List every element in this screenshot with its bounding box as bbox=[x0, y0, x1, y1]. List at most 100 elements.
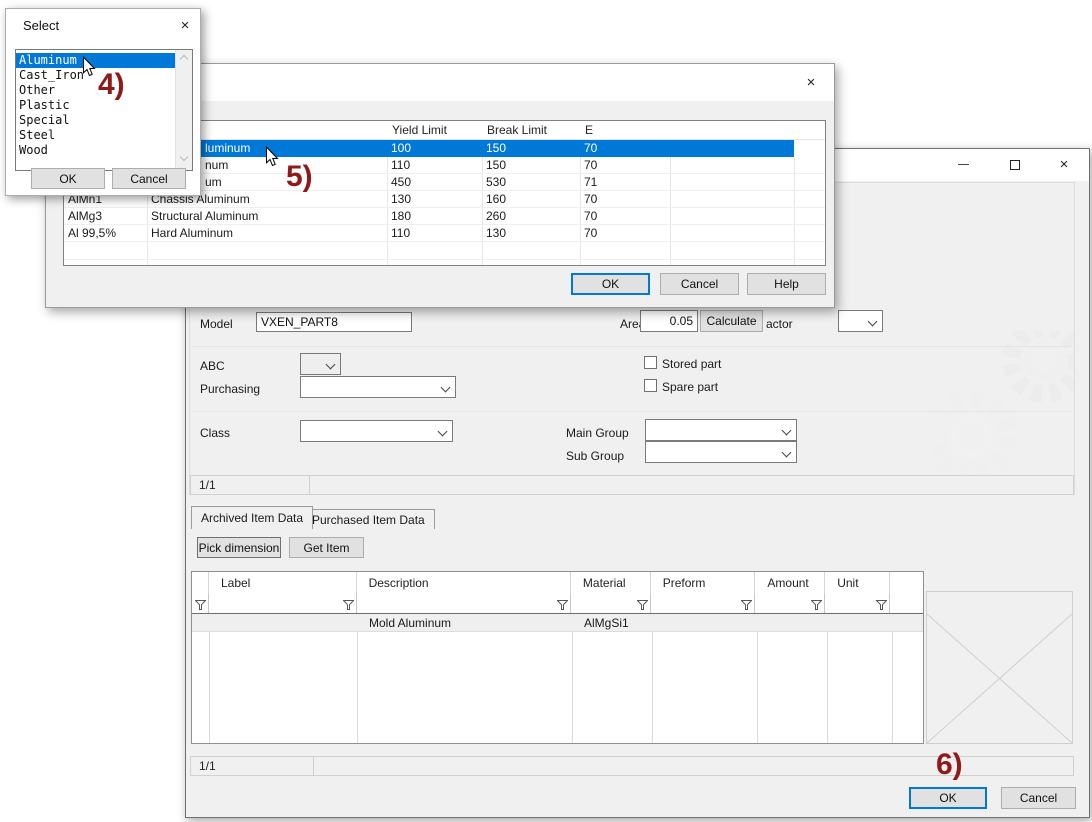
filter-funnel-icon bbox=[741, 600, 752, 610]
material-row[interactable]: Al 99,5% Hard Aluminum 110 130 70 bbox=[64, 225, 825, 242]
preview-placeholder bbox=[926, 591, 1073, 744]
abc-label: ABC bbox=[200, 359, 225, 373]
cancel-button[interactable]: Cancel bbox=[112, 168, 186, 189]
cell-yield: 450 bbox=[387, 174, 482, 191]
minimize-button[interactable] bbox=[946, 149, 980, 180]
cell-e: 70 bbox=[580, 191, 670, 208]
ok-button[interactable]: OK bbox=[571, 273, 650, 295]
abc-combobox[interactable] bbox=[300, 353, 341, 375]
column-header-amount[interactable]: Amount bbox=[755, 572, 825, 594]
close-icon: × bbox=[807, 75, 816, 90]
scroll-down-icon[interactable] bbox=[180, 154, 188, 162]
ok-button[interactable]: OK bbox=[31, 168, 105, 189]
close-button[interactable]: × bbox=[794, 67, 828, 97]
cell-extra bbox=[670, 140, 794, 157]
filter-cell[interactable] bbox=[755, 594, 825, 613]
material-row[interactable]: AlMg3 Structural Aluminum 180 260 70 bbox=[64, 208, 825, 225]
cell-rowmark bbox=[192, 614, 209, 632]
filter-cell bbox=[890, 594, 923, 613]
cell-break: 150 bbox=[482, 157, 580, 174]
cell-extra bbox=[670, 225, 794, 242]
pick-dimension-button[interactable]: Pick dimension bbox=[197, 537, 281, 558]
factor-label: actor bbox=[766, 317, 793, 331]
column-header-e[interactable]: E bbox=[580, 121, 670, 140]
column-header-description[interactable]: Description bbox=[357, 572, 571, 594]
cell-break: 530 bbox=[482, 174, 580, 191]
get-item-button[interactable]: Get Item bbox=[289, 537, 364, 558]
cell-description: Structural Aluminum bbox=[147, 208, 387, 225]
class-combobox[interactable] bbox=[300, 420, 453, 442]
column-header-break-limit[interactable]: Break Limit bbox=[482, 121, 580, 140]
filter-funnel-icon bbox=[343, 600, 354, 610]
table-row[interactable]: Mold Aluminum AlMgSi1 bbox=[192, 614, 923, 632]
scroll-up-icon[interactable] bbox=[180, 54, 188, 62]
cell-yield: 100 bbox=[387, 140, 482, 157]
cell-extra bbox=[794, 174, 825, 191]
filter-cell[interactable] bbox=[192, 594, 209, 613]
annotation-step-4: 4) bbox=[98, 68, 125, 102]
list-item-special[interactable]: Special bbox=[16, 113, 175, 128]
cell-extra bbox=[794, 208, 825, 225]
main-group-label: Main Group bbox=[566, 426, 629, 440]
column-header-unit[interactable]: Unit bbox=[825, 572, 890, 594]
column-header-material[interactable]: Material bbox=[571, 572, 651, 594]
model-input[interactable] bbox=[256, 312, 412, 332]
mouse-cursor bbox=[82, 56, 96, 77]
tab-purchased-item-data[interactable]: Purchased Item Data bbox=[302, 509, 435, 529]
no-image-cross-icon bbox=[927, 592, 1072, 743]
spare-part-label: Spare part bbox=[662, 380, 718, 394]
cell-e: 70 bbox=[580, 140, 670, 157]
filter-funnel-icon bbox=[637, 600, 648, 610]
purchasing-combobox[interactable] bbox=[300, 376, 456, 398]
cell-e: 70 bbox=[580, 157, 670, 174]
cell-description: Mold Aluminum bbox=[357, 614, 572, 632]
column-header[interactable] bbox=[192, 572, 209, 594]
close-button[interactable]: × bbox=[168, 11, 202, 39]
cell-extra bbox=[794, 191, 825, 208]
filter-cell[interactable] bbox=[571, 594, 651, 613]
cancel-button[interactable]: Cancel bbox=[660, 273, 739, 295]
list-item-plastic[interactable]: Plastic bbox=[16, 98, 175, 113]
factor-combobox[interactable] bbox=[838, 310, 883, 332]
cell-amount bbox=[757, 614, 827, 632]
main-group-combobox[interactable] bbox=[645, 419, 797, 441]
filter-cell[interactable] bbox=[357, 594, 571, 613]
separator bbox=[192, 411, 1072, 412]
stored-part-checkbox[interactable] bbox=[644, 356, 657, 369]
filter-row bbox=[192, 594, 923, 614]
filter-funnel-icon bbox=[557, 600, 568, 610]
tab-archived-item-data[interactable]: Archived Item Data bbox=[191, 506, 313, 529]
cell-unit bbox=[827, 614, 892, 632]
area-input[interactable] bbox=[640, 310, 698, 332]
cell-extra bbox=[794, 140, 825, 157]
column-header-preform[interactable]: Preform bbox=[651, 572, 756, 594]
close-button[interactable]: × bbox=[1047, 149, 1081, 180]
filter-cell[interactable] bbox=[651, 594, 756, 613]
list-item-other[interactable]: Other bbox=[16, 83, 175, 98]
cell-break: 150 bbox=[482, 140, 580, 157]
chevron-down-icon bbox=[782, 426, 792, 436]
gear-watermark bbox=[934, 331, 1074, 475]
dialog-title: Select bbox=[23, 18, 59, 33]
cell-material: AlMgSi1 bbox=[572, 614, 652, 632]
column-header-label[interactable]: Label bbox=[209, 572, 357, 594]
scrollbar[interactable] bbox=[175, 50, 192, 170]
calculate-button[interactable]: Calculate bbox=[700, 310, 763, 332]
sub-group-label: Sub Group bbox=[566, 449, 624, 463]
upper-pager-strip: 1/1 bbox=[190, 475, 1074, 495]
filter-cell[interactable] bbox=[825, 594, 890, 613]
filter-cell[interactable] bbox=[209, 594, 357, 613]
spare-part-checkbox[interactable] bbox=[644, 379, 657, 392]
cell-preform bbox=[652, 614, 757, 632]
list-item-wood[interactable]: Wood bbox=[16, 143, 175, 158]
help-button[interactable]: Help bbox=[747, 273, 826, 295]
upper-pager: 1/1 bbox=[199, 478, 216, 492]
sub-group-combobox[interactable] bbox=[645, 441, 797, 463]
ok-button[interactable]: OK bbox=[909, 787, 987, 809]
class-label: Class bbox=[200, 426, 230, 440]
list-item-steel[interactable]: Steel bbox=[16, 128, 175, 143]
cancel-button[interactable]: Cancel bbox=[1001, 787, 1076, 809]
column-header-yield-limit[interactable]: Yield Limit bbox=[387, 121, 482, 140]
maximize-button[interactable] bbox=[998, 149, 1032, 180]
strip-divider bbox=[309, 476, 310, 494]
